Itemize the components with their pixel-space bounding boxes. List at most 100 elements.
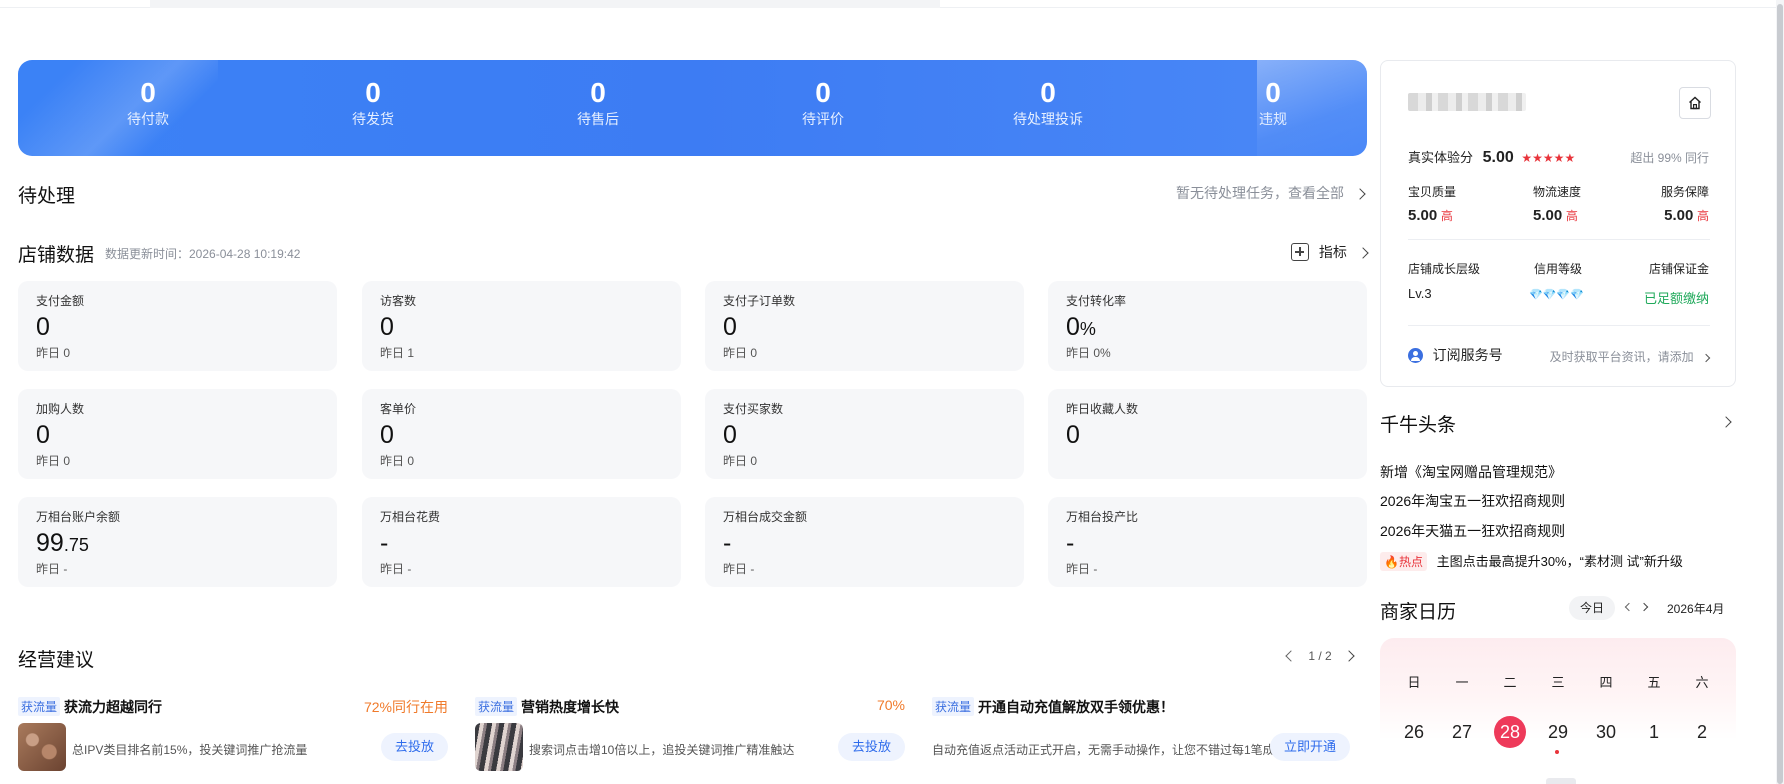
deposit-label: 店铺保证金: [1648, 262, 1709, 276]
calendar-day[interactable]: 1: [1638, 716, 1670, 748]
calendar-day[interactable]: 30: [1590, 716, 1622, 748]
calendar-title: 商家日历: [1380, 602, 1457, 623]
metric-label: 支付金额: [36, 294, 85, 308]
metric-settings-button[interactable]: 指标: [1291, 242, 1369, 262]
news-item[interactable]: 新增《淘宝网赠品管理规范》: [1380, 462, 1562, 482]
advice-tag: 获流量: [475, 697, 518, 716]
sub-score-logistics: 5.00 高: [1533, 207, 1578, 224]
order-stat-after-sales[interactable]: 0 待售后: [528, 78, 668, 130]
metric-value: 0: [380, 421, 394, 449]
scrollbar-thumb[interactable]: [1777, 4, 1783, 784]
order-stat-label: 待售后: [577, 111, 619, 127]
advice-title-text: 开通自动充值解放双手领优惠！: [978, 699, 1174, 715]
order-stat-violations[interactable]: 0 违规: [1203, 78, 1343, 130]
metric-card-add-to-cart[interactable]: 加购人数 0 昨日 0: [18, 389, 337, 479]
news-item[interactable]: 2026年天猫五一狂欢招商规则: [1380, 521, 1565, 541]
order-stat-pending-shipment[interactable]: 0 待发货: [303, 78, 443, 130]
deposit-status[interactable]: 已足额缴纳: [1644, 288, 1709, 307]
metric-card-payment-amount[interactable]: 支付金额 0 昨日 0: [18, 281, 337, 371]
diamond-credit-icon: 💎💎💎💎: [1529, 289, 1584, 301]
today-button[interactable]: 今日: [1569, 596, 1615, 620]
metric-card-avg-order-value[interactable]: 客单价 0 昨日 0: [362, 389, 681, 479]
metric-label: 访客数: [380, 294, 417, 308]
advice-percent: 70%: [876, 697, 905, 713]
news-hot-item[interactable]: 🔥热点 主图点击最高提升30%，“素材测 试”新升级: [1380, 551, 1683, 571]
user-circle-icon: [1408, 348, 1423, 363]
data-update-time: 数据更新时间：2026-04-28 10:19:42: [105, 247, 301, 261]
order-stat-label: 违规: [1259, 111, 1287, 127]
metric-card-visitors[interactable]: 访客数 0 昨日 1: [362, 281, 681, 371]
sub-score-label: 宝贝质量: [1408, 185, 1457, 199]
chevron-left-icon[interactable]: [1285, 650, 1297, 662]
advice-description: 总IPV类目排名前15%，投关键词推广抢流量: [72, 743, 308, 757]
advice-pager: 1 / 2: [1285, 649, 1355, 663]
order-stat-complaints[interactable]: 0 待处理投诉: [978, 78, 1118, 130]
view-all-pending-link[interactable]: 暂无待处理任务，查看全部: [1176, 183, 1366, 203]
chevron-right-icon[interactable]: [1639, 602, 1649, 612]
metric-card-ad-balance[interactable]: 万相台账户余额 99.75 昨日 -: [18, 497, 337, 587]
calendar-day[interactable]: 26: [1398, 716, 1430, 748]
metric-card-paying-buyers[interactable]: 支付买家数 0 昨日 0: [705, 389, 1024, 479]
metric-value: 0: [380, 313, 394, 341]
metric-value: 99.75: [36, 529, 89, 557]
metric-card-ad-spend[interactable]: 万相台花费 - 昨日 -: [362, 497, 681, 587]
order-status-banner: 0 待付款 0 待发货 0 待售后 0 待评价 0 待处理投诉 0 违规: [18, 60, 1367, 156]
weekday-label: 五: [1647, 675, 1661, 690]
score-value: 5.00: [1482, 149, 1514, 166]
news-item[interactable]: 2026年淘宝五一狂欢招商规则: [1380, 491, 1565, 511]
metric-card-ad-roi[interactable]: 万相台投产比 - 昨日 -: [1048, 497, 1367, 587]
advice-description: 搜索词点击增10倍以上，追投关键词推广精准触达: [529, 743, 795, 757]
calendar-day[interactable]: 29: [1542, 716, 1574, 748]
subscribe-note-link[interactable]: 及时获取平台资讯，请添加: [1550, 348, 1711, 365]
metric-yesterday: 昨日 -: [380, 562, 412, 576]
weekday-label: 一: [1455, 675, 1469, 690]
experience-score: 真实体验分 5.00 ★★★★★: [1408, 147, 1575, 167]
subscribe-service-button[interactable]: 订阅服务号: [1408, 345, 1503, 365]
metric-label: 万相台成交金额: [723, 510, 808, 524]
order-stat-pending-payment[interactable]: 0 待付款: [78, 78, 218, 130]
hot-item-text: 主图点击最高提升30%，“素材测 试”新升级: [1436, 554, 1683, 569]
growth-value[interactable]: Lv.3: [1408, 286, 1432, 301]
metric-yesterday: 昨日 0: [380, 454, 415, 468]
chevron-right-icon: [1357, 247, 1369, 259]
calendar-expand-handle[interactable]: [1546, 778, 1576, 784]
metric-yesterday: 昨日 -: [723, 562, 755, 576]
shop-home-button[interactable]: [1679, 87, 1711, 119]
go-advertise-button[interactable]: 去投放: [837, 733, 905, 761]
metric-value: 0: [36, 313, 50, 341]
metric-yesterday: 昨日 1: [380, 346, 415, 360]
activate-now-button[interactable]: 立即开通: [1269, 733, 1350, 761]
go-advertise-button[interactable]: 去投放: [380, 733, 448, 761]
order-stat-value: 0: [590, 77, 606, 108]
calendar-day-selected[interactable]: 28: [1494, 716, 1526, 748]
sub-score-quality: 5.00 高: [1408, 207, 1453, 224]
page-scrollbar[interactable]: [1776, 0, 1784, 784]
metric-link-label: 指标: [1318, 244, 1347, 260]
order-stat-pending-review[interactable]: 0 待评价: [753, 78, 893, 130]
metric-value: -: [723, 529, 732, 557]
metric-card-conversion-rate[interactable]: 支付转化率 0% 昨日 0%: [1048, 281, 1367, 371]
metric-value: 0: [723, 421, 737, 449]
metric-card-sub-orders[interactable]: 支付子订单数 0 昨日 0: [705, 281, 1024, 371]
calendar-month: 2026年4月: [1667, 602, 1725, 616]
metric-card-favorites[interactable]: 昨日收藏人数 0: [1048, 389, 1367, 479]
metric-label: 支付子订单数: [723, 294, 796, 308]
pending-note: 暂无待处理任务，查看全部: [1176, 185, 1344, 201]
metric-value: 0: [723, 313, 737, 341]
calendar-day[interactable]: 27: [1446, 716, 1478, 748]
chevron-right-icon[interactable]: [1343, 650, 1355, 662]
chevron-left-icon[interactable]: [1624, 602, 1634, 612]
beyond-peers: 超出 99% 同行: [1630, 151, 1709, 165]
weekday-label: 四: [1599, 675, 1613, 690]
growth-label: 店铺成长层级: [1408, 262, 1481, 276]
home-icon: [1689, 96, 1701, 110]
news-more-icon[interactable]: [1720, 416, 1732, 428]
metric-yesterday: 昨日 0: [36, 454, 71, 468]
metric-card-ad-gmv[interactable]: 万相台成交金额 - 昨日 -: [705, 497, 1024, 587]
advice-title-text: 获流力超越同行: [64, 699, 162, 715]
metric-value: 0%: [1066, 313, 1096, 341]
star-rating-icon: ★★★★★: [1521, 151, 1576, 165]
metric-label: 万相台账户余额: [36, 510, 121, 524]
calendar-day[interactable]: 2: [1686, 716, 1718, 748]
pager-label: 1 / 2: [1308, 649, 1332, 663]
